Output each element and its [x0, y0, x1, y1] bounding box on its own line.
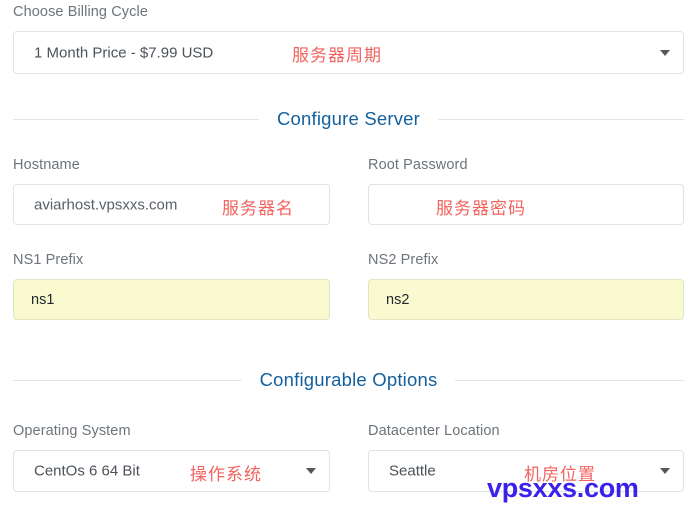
chevron-down-icon — [306, 468, 316, 474]
operating-system-selected-value: CentOs 6 64 Bit — [34, 462, 140, 480]
operating-system-select[interactable]: CentOs 6 64 Bit — [13, 450, 330, 492]
ns1-prefix-input[interactable]: ns1 — [13, 279, 330, 320]
chevron-down-icon — [660, 468, 670, 474]
section-configure-server-title: Configure Server — [276, 108, 421, 129]
ns2-prefix-input[interactable]: ns2 — [368, 279, 684, 320]
section-configure-server: Configure Server — [13, 107, 685, 131]
section-rule-right — [438, 118, 685, 120]
hostname-input-value: aviarhost.vpsxxs.com — [34, 196, 178, 213]
order-configuration-form: Choose Billing Cycle 1 Month Price - $7.… — [0, 0, 697, 505]
operating-system-annotation: 操作系统 — [190, 465, 262, 485]
hostname-annotation: 服务器名 — [222, 199, 294, 219]
root-password-label: Root Password — [368, 157, 468, 173]
section-configurable-options-title: Configurable Options — [259, 369, 438, 390]
billing-cycle-selected-value: 1 Month Price - $7.99 USD — [34, 44, 214, 61]
datacenter-location-label: Datacenter Location — [368, 423, 500, 439]
section-rule-right — [455, 379, 684, 381]
root-password-input[interactable] — [368, 184, 684, 225]
section-rule-left — [13, 118, 259, 120]
billing-cycle-label: Choose Billing Cycle — [13, 4, 148, 20]
ns1-prefix-label: NS1 Prefix — [13, 252, 84, 268]
billing-cycle-annotation: 服务器周期 — [292, 46, 382, 66]
ns2-prefix-input-value: ns2 — [386, 291, 410, 308]
root-password-annotation: 服务器密码 — [436, 199, 526, 219]
section-configurable-options: Configurable Options — [13, 368, 684, 392]
ns1-prefix-input-value: ns1 — [31, 291, 55, 308]
site-watermark: vpsxxs.com — [487, 473, 639, 503]
chevron-down-icon — [660, 49, 670, 56]
operating-system-label: Operating System — [13, 423, 131, 439]
section-rule-left — [13, 379, 242, 381]
datacenter-location-selected-value: Seattle — [389, 462, 436, 480]
ns2-prefix-label: NS2 Prefix — [368, 252, 439, 268]
hostname-label: Hostname — [13, 157, 80, 173]
